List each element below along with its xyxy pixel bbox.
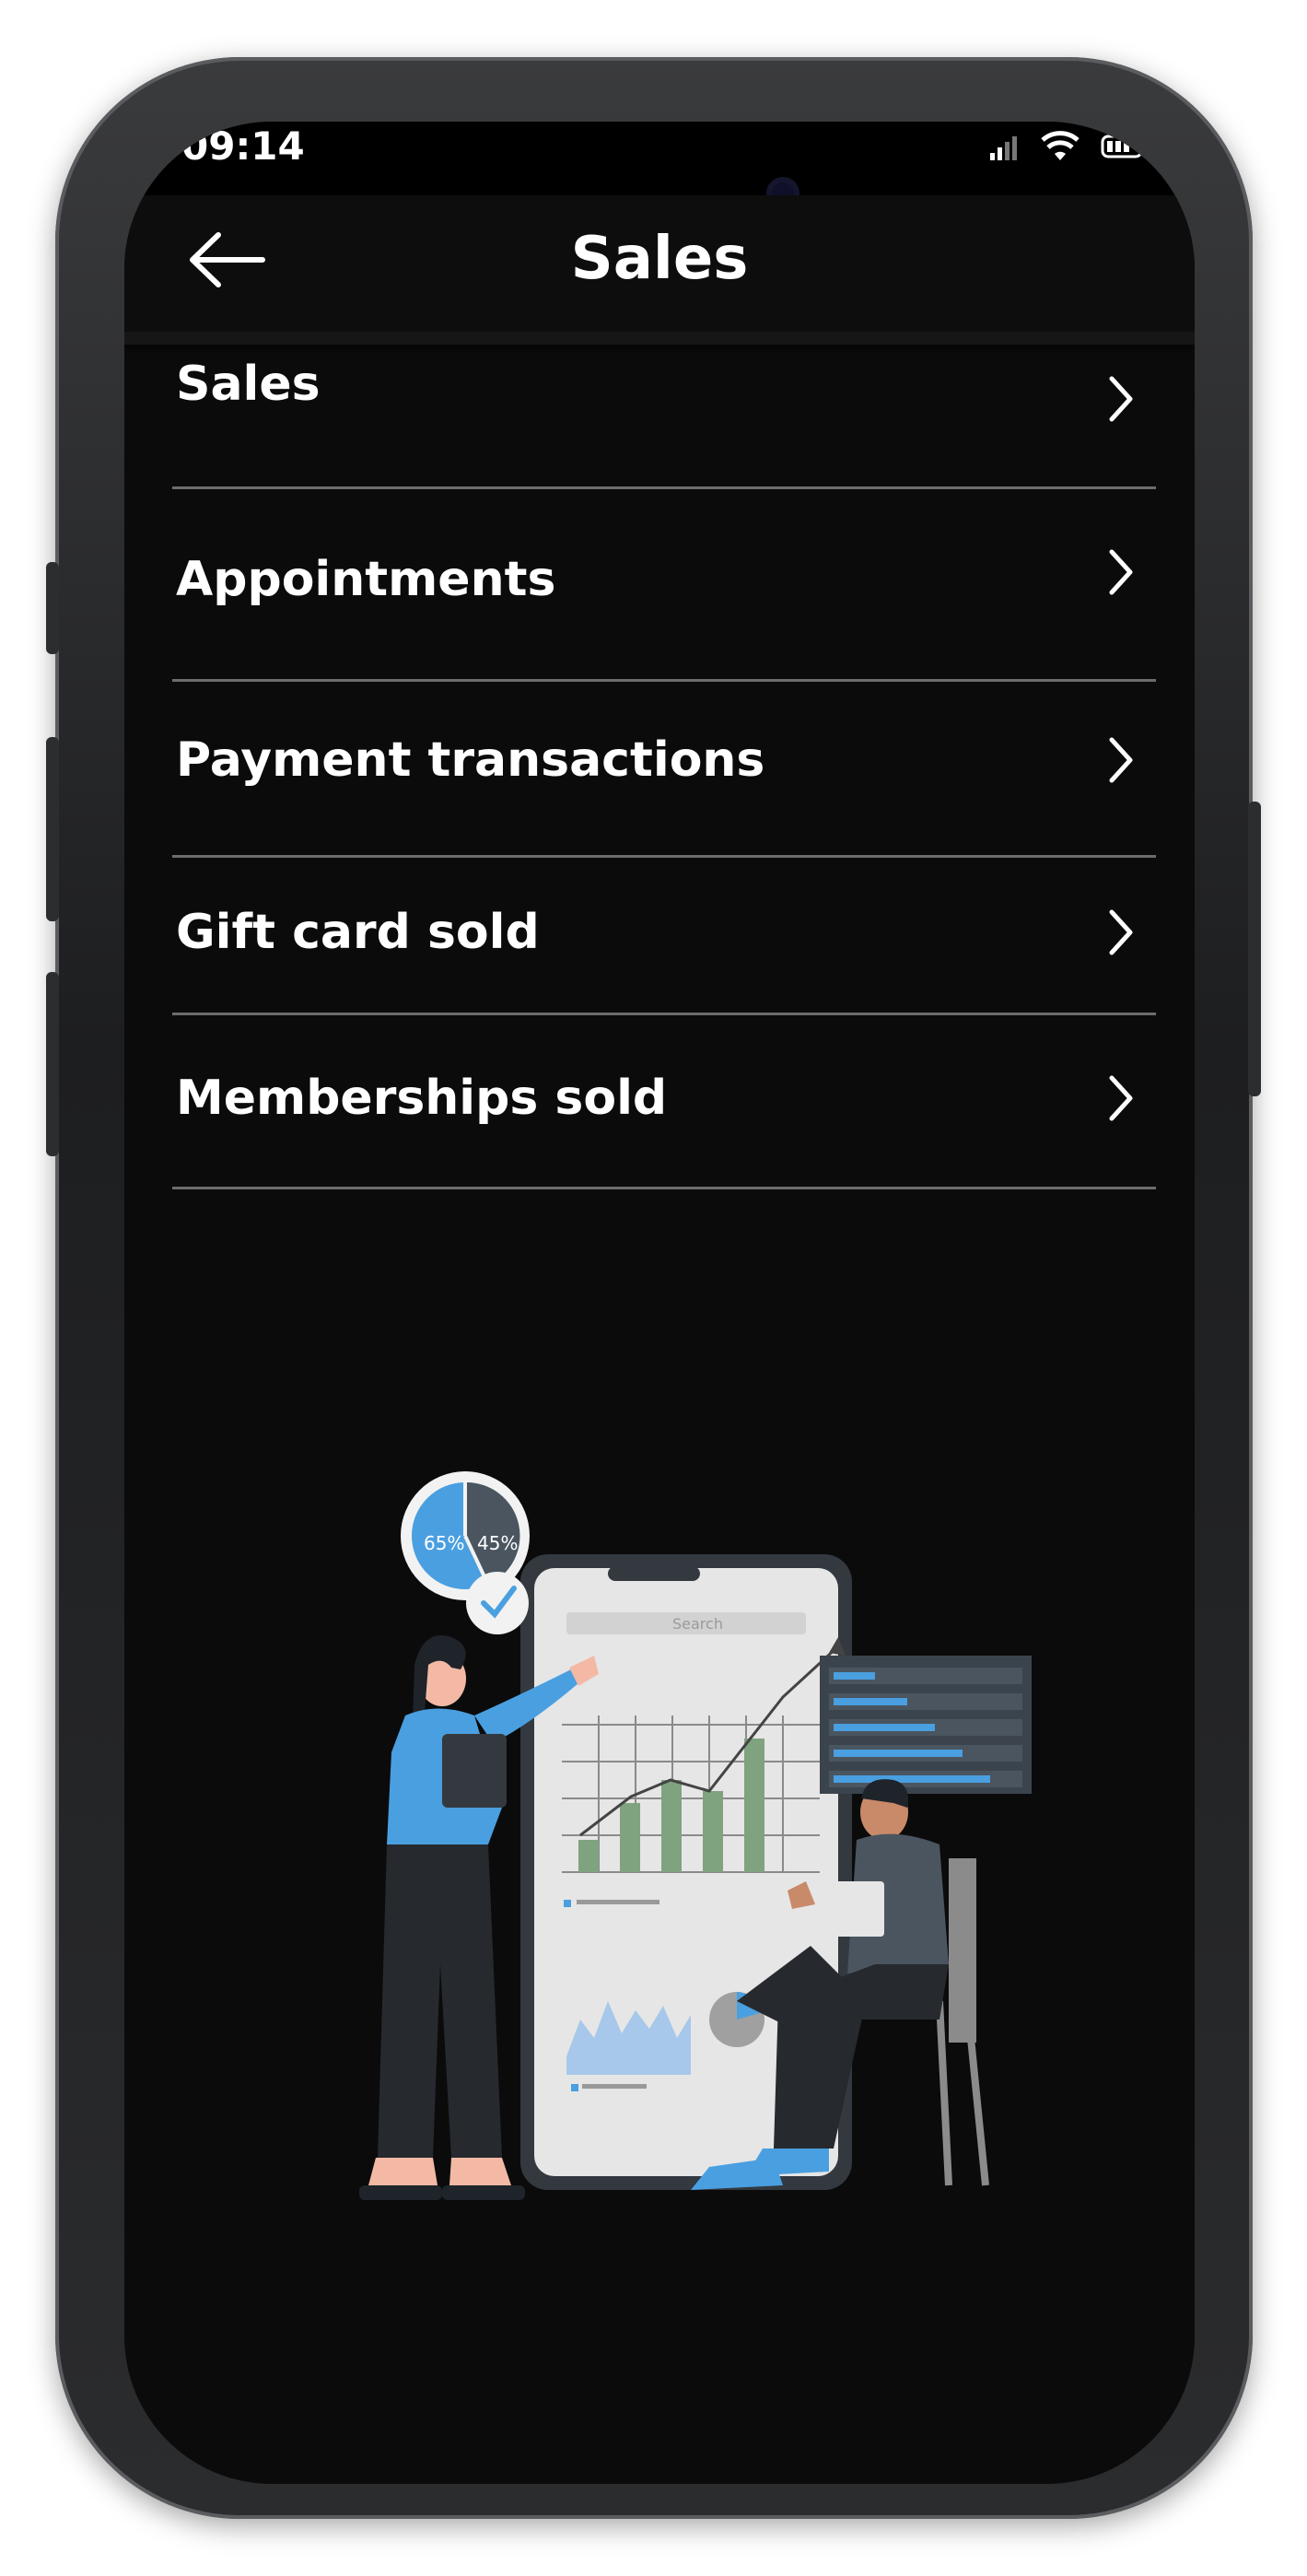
screen: 09:14 Sales Sales Appointments Payment t…: [124, 122, 1195, 2484]
menu-item-label: Memberships sold: [176, 1071, 668, 1126]
menu-item-payment-transactions[interactable]: Payment transactions: [172, 682, 1156, 858]
chevron-right-icon: [1109, 909, 1133, 955]
power-button: [1248, 802, 1261, 1096]
pie-left-label: 65%: [424, 1532, 464, 1554]
menu-item-label: Appointments: [176, 552, 556, 607]
chevron-right-icon: [1109, 1075, 1133, 1121]
menu-item-gift-card-sold[interactable]: Gift card sold: [172, 858, 1156, 1015]
chevron-right-icon: [1109, 737, 1133, 783]
action-button: [46, 562, 59, 654]
signal-icon: [990, 136, 1017, 160]
illustration-data-panel: [820, 1656, 1032, 1794]
sales-illustration: Search 65% 45%: [359, 1471, 1032, 2200]
menu-item-appointments[interactable]: Appointments: [172, 489, 1156, 682]
menu-item-label: Sales: [176, 357, 321, 412]
illustration-pie-chart: 65% 45%: [401, 1471, 530, 1634]
chevron-right-icon: [1109, 376, 1133, 422]
pie-right-label: 45%: [477, 1532, 518, 1554]
status-icons: [988, 131, 1149, 162]
menu-item-label: Gift card sold: [176, 905, 540, 960]
menu-item-label: Payment transactions: [176, 732, 765, 788]
status-time: 09:14: [181, 123, 305, 169]
wifi-icon: [1041, 131, 1079, 160]
menu-item-sales[interactable]: Sales: [172, 315, 1156, 489]
volume-up-button: [46, 737, 59, 921]
battery-icon: [1101, 135, 1147, 158]
menu-item-memberships-sold[interactable]: Memberships sold: [172, 1015, 1156, 1189]
illustration-search-label: Search: [672, 1615, 723, 1633]
chevron-right-icon: [1109, 549, 1133, 595]
volume-down-button: [46, 972, 59, 1156]
menu-list: Sales Appointments Payment transactions …: [172, 315, 1156, 1189]
page-title: Sales: [570, 225, 749, 293]
